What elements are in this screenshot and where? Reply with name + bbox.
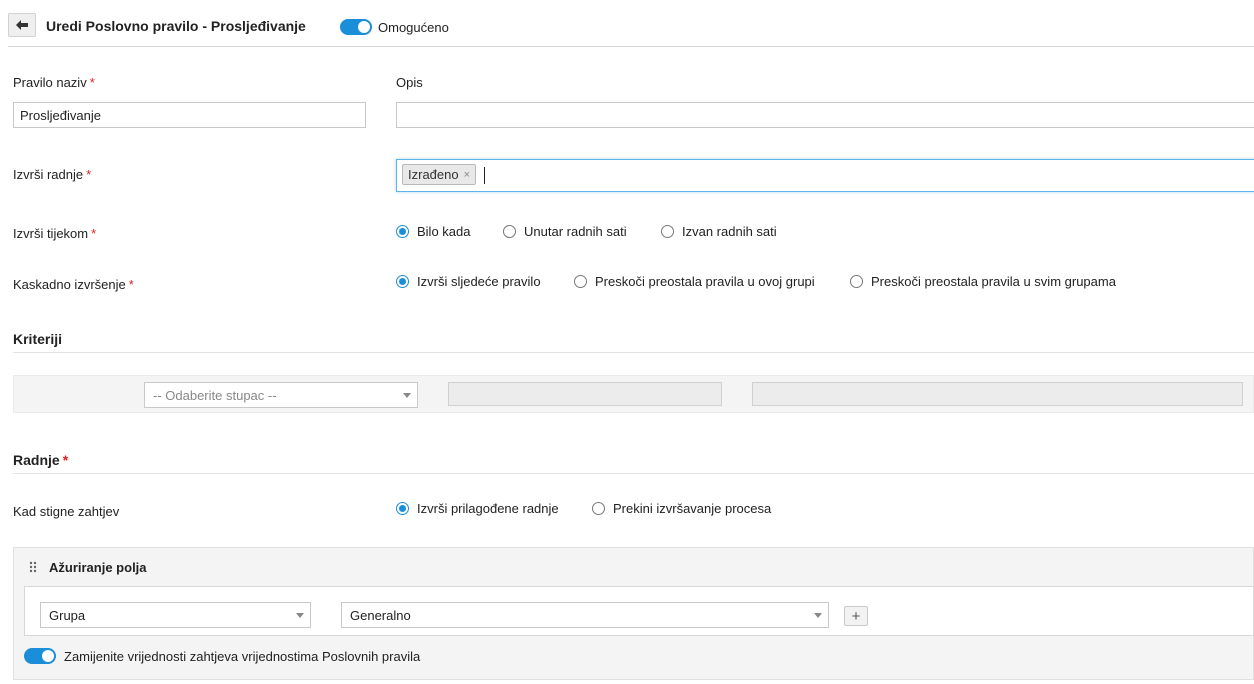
remove-tag-icon[interactable]: ×	[464, 169, 470, 181]
text-caret	[484, 167, 485, 184]
enabled-toggle[interactable]	[340, 19, 372, 35]
name-label: Pravilo naziv *	[13, 75, 95, 90]
execute-actions-tag-input[interactable]: Izrađeno ×	[396, 159, 1254, 192]
tag-chip: Izrađeno ×	[402, 164, 477, 185]
replace-values-toggle[interactable]	[24, 648, 56, 664]
toggle-knob	[358, 21, 370, 33]
toggle-knob	[42, 650, 54, 662]
enabled-label: Omogućeno	[378, 20, 449, 35]
criteria-divider	[13, 352, 1254, 353]
on-request-label: Kad stigne zahtjev	[13, 504, 120, 519]
page-title: Uredi Poslovno pravilo - Prosljeđivanje	[46, 18, 306, 34]
drag-handle-icon[interactable]	[29, 561, 37, 576]
radio-anytime[interactable]: Bilo kada	[396, 224, 470, 239]
name-input[interactable]	[13, 102, 366, 128]
actions-heading: Radnje *	[13, 452, 69, 468]
radio-dot	[592, 502, 605, 515]
radio-next-rule[interactable]: Izvrši sljedeće pravilo	[396, 274, 541, 289]
radio-dot-selected	[396, 275, 409, 288]
criteria-column-select[interactable]: -- Odaberite stupac --	[144, 382, 418, 408]
radio-outside-hours[interactable]: Izvan radnih sati	[661, 224, 777, 239]
execute-actions-label: Izvrši radnje *	[13, 167, 92, 182]
tag-chip-label: Izrađeno	[408, 167, 459, 182]
header-divider	[8, 46, 1254, 47]
panel-title: Ažuriranje polja	[49, 560, 147, 575]
add-field-button[interactable]: +	[844, 606, 868, 626]
description-input[interactable]	[396, 102, 1254, 128]
field-select[interactable]: Grupa	[40, 602, 311, 628]
criteria-value-field	[752, 382, 1243, 406]
radio-stop-process[interactable]: Prekini izvršavanje procesa	[592, 501, 771, 516]
chevron-down-icon	[296, 613, 304, 618]
cascade-label: Kaskadno izvršenje *	[13, 277, 134, 292]
radio-working-hours[interactable]: Unutar radnih sati	[503, 224, 627, 239]
radio-skip-all[interactable]: Preskoči preostala pravila u svim grupam…	[850, 274, 1116, 289]
back-button[interactable]	[8, 13, 36, 37]
radio-dot	[574, 275, 587, 288]
chevron-down-icon	[403, 393, 411, 398]
arrow-left-icon	[16, 20, 28, 30]
radio-dot-selected	[396, 502, 409, 515]
radio-dot	[850, 275, 863, 288]
criteria-operator-field	[448, 382, 722, 406]
radio-dot	[503, 225, 516, 238]
chevron-down-icon	[814, 613, 822, 618]
radio-dot-selected	[396, 225, 409, 238]
execute-during-label: Izvrši tijekom *	[13, 226, 97, 241]
radio-custom-actions[interactable]: Izvrši prilagođene radnje	[396, 501, 559, 516]
radio-skip-group[interactable]: Preskoči preostala pravila u ovoj grupi	[574, 274, 815, 289]
criteria-heading: Kriteriji	[13, 331, 63, 347]
value-select[interactable]: Generalno	[341, 602, 829, 628]
radio-dot	[661, 225, 674, 238]
actions-divider	[13, 473, 1254, 474]
description-label: Opis	[396, 75, 423, 90]
replace-values-label: Zamijenite vrijednosti zahtjeva vrijedno…	[64, 649, 421, 664]
